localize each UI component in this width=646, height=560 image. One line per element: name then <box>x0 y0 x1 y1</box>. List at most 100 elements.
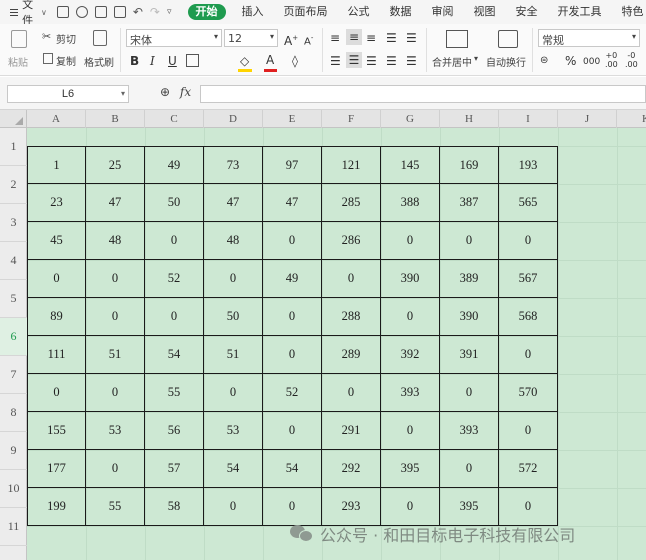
wrap-text-button[interactable]: 自动换行 <box>486 30 532 72</box>
cell-i7[interactable]: 570 <box>499 374 558 412</box>
cell-f9[interactable]: 292 <box>322 450 381 488</box>
cell-b11[interactable] <box>86 526 145 560</box>
save-icon[interactable] <box>56 6 69 18</box>
column-header-e[interactable]: E <box>263 110 322 128</box>
cell-a7[interactable]: 0 <box>27 374 86 412</box>
cell-a10[interactable]: 199 <box>27 488 86 526</box>
increase-font-icon[interactable]: A+ <box>284 30 298 49</box>
cell-b10[interactable]: 55 <box>86 488 145 526</box>
cell-j10[interactable] <box>558 488 617 526</box>
column-header-j[interactable]: J <box>558 110 617 128</box>
fill-color-icon[interactable]: ◇ <box>240 53 249 69</box>
cell-k5[interactable] <box>617 298 646 336</box>
row-header-5[interactable]: 5 <box>0 280 27 318</box>
cell-d1[interactable]: 73 <box>204 146 263 184</box>
cell-e8[interactable]: 0 <box>263 412 322 450</box>
cell-a6[interactable]: 111 <box>27 336 86 374</box>
row-header-7[interactable]: 7 <box>0 356 27 394</box>
row-header-6[interactable]: 6 <box>0 318 27 356</box>
column-header-g[interactable]: G <box>381 110 440 128</box>
cell-k4[interactable] <box>617 260 646 298</box>
select-all-corner[interactable] <box>0 110 27 128</box>
cell-c1[interactable]: 49 <box>145 146 204 184</box>
tab-insert[interactable]: 插入 <box>232 0 274 24</box>
cell-f3[interactable]: 286 <box>322 222 381 260</box>
cell-e2[interactable]: 47 <box>263 184 322 222</box>
cell-a5[interactable]: 89 <box>27 298 86 336</box>
cell-f8[interactable]: 291 <box>322 412 381 450</box>
cell-i1[interactable]: 193 <box>499 146 558 184</box>
column-header-i[interactable]: I <box>499 110 558 128</box>
cell-c9[interactable]: 57 <box>145 450 204 488</box>
row-header-11[interactable]: 11 <box>0 508 27 546</box>
cell-d10[interactable]: 0 <box>204 488 263 526</box>
column-header-h[interactable]: H <box>440 110 499 128</box>
print-icon[interactable] <box>94 6 107 18</box>
cell-i4[interactable]: 567 <box>499 260 558 298</box>
tab-security[interactable]: 安全 <box>506 0 548 24</box>
merge-center-button[interactable]: 合并居中 ▾ <box>432 30 486 72</box>
row-header-9[interactable]: 9 <box>0 432 27 470</box>
font-name-select[interactable]: 宋体 ▾ <box>126 29 222 47</box>
cell-k3[interactable] <box>617 222 646 260</box>
tab-home[interactable]: 开始 <box>187 4 226 20</box>
percent-icon[interactable]: % <box>565 53 576 69</box>
cell-k6[interactable] <box>617 336 646 374</box>
align-top-icon[interactable]: ≡ <box>330 30 340 46</box>
cell-e3[interactable]: 0 <box>263 222 322 260</box>
cell-g7[interactable]: 393 <box>381 374 440 412</box>
cell-d11[interactable] <box>204 526 263 560</box>
cell-d7[interactable]: 0 <box>204 374 263 412</box>
italic-icon[interactable]: I <box>150 53 155 69</box>
cell-c8[interactable]: 56 <box>145 412 204 450</box>
cell-c6[interactable]: 54 <box>145 336 204 374</box>
cell-d6[interactable]: 51 <box>204 336 263 374</box>
border-icon[interactable] <box>186 54 199 67</box>
underline-icon[interactable]: U <box>168 53 177 69</box>
cell-e5[interactable]: 0 <box>263 298 322 336</box>
align-middle-icon[interactable]: ≡ <box>346 29 362 45</box>
cell-c4[interactable]: 52 <box>145 260 204 298</box>
share-icon[interactable] <box>75 6 88 18</box>
cell-d8[interactable]: 53 <box>204 412 263 450</box>
font-size-select[interactable]: 12 ▾ <box>224 29 278 47</box>
cell-a8[interactable]: 155 <box>27 412 86 450</box>
cell-b3[interactable]: 48 <box>86 222 145 260</box>
cell-b6[interactable]: 51 <box>86 336 145 374</box>
cell-i8[interactable]: 0 <box>499 412 558 450</box>
cell-a3[interactable]: 45 <box>27 222 86 260</box>
cell-b8[interactable]: 53 <box>86 412 145 450</box>
tab-data[interactable]: 数据 <box>380 0 422 24</box>
cell-i9[interactable]: 572 <box>499 450 558 488</box>
align-bottom-icon[interactable]: ≡ <box>366 30 376 46</box>
cell-g2[interactable]: 388 <box>381 184 440 222</box>
tab-page-layout[interactable]: 页面布局 <box>274 0 338 24</box>
cell-c11[interactable] <box>145 526 204 560</box>
cell-c7[interactable]: 55 <box>145 374 204 412</box>
cell-k9[interactable] <box>617 450 646 488</box>
fx-icon[interactable]: fx <box>180 85 191 99</box>
cell-g6[interactable]: 392 <box>381 336 440 374</box>
cell-h6[interactable]: 391 <box>440 336 499 374</box>
tab-formulas[interactable]: 公式 <box>338 0 380 24</box>
cell-c10[interactable]: 58 <box>145 488 204 526</box>
cell-h7[interactable]: 0 <box>440 374 499 412</box>
tab-special[interactable]: 特色 <box>612 0 646 24</box>
cell-b1[interactable]: 25 <box>86 146 145 184</box>
cell-b7[interactable]: 0 <box>86 374 145 412</box>
cell-d3[interactable]: 48 <box>204 222 263 260</box>
cell-g8[interactable]: 0 <box>381 412 440 450</box>
align-center-icon[interactable]: ☰ <box>346 52 362 68</box>
decrease-font-icon[interactable]: A- <box>304 30 313 50</box>
cell-d5[interactable]: 50 <box>204 298 263 336</box>
cell-j8[interactable] <box>558 412 617 450</box>
paste-button[interactable]: 粘贴 <box>8 30 32 70</box>
cell-f1[interactable]: 121 <box>322 146 381 184</box>
decrease-decimal-icon[interactable]: -0.00 <box>625 51 638 69</box>
cell-f7[interactable]: 0 <box>322 374 381 412</box>
cell-k8[interactable] <box>617 412 646 450</box>
cell-i2[interactable]: 565 <box>499 184 558 222</box>
redo-icon[interactable]: ↷ <box>150 6 160 18</box>
print-preview-icon[interactable] <box>113 6 126 18</box>
cell-a2[interactable]: 23 <box>27 184 86 222</box>
